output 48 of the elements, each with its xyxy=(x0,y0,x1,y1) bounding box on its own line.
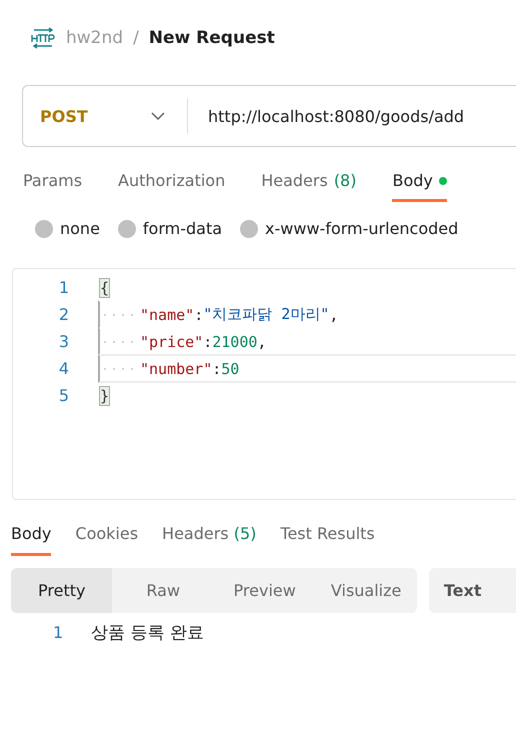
radio-label: none xyxy=(60,219,100,238)
response-text: 상품 등록 완료 xyxy=(91,622,204,644)
code-token: "price" xyxy=(140,332,204,350)
response-tab[interactable]: Test Results xyxy=(280,524,375,556)
code-token: 50 xyxy=(221,360,240,378)
http-icon xyxy=(30,27,56,49)
view-mode-button[interactable]: Raw xyxy=(112,568,214,613)
line-number: 3 xyxy=(58,332,69,351)
view-mode-button[interactable]: Preview xyxy=(214,568,316,613)
body-type-radio[interactable]: none xyxy=(35,219,100,238)
view-mode-button[interactable]: Pretty xyxy=(11,568,112,613)
format-dropdown[interactable]: Text xyxy=(428,568,516,613)
code-token: , xyxy=(257,332,266,350)
code-token: , xyxy=(329,306,338,324)
code-token: 21000 xyxy=(212,332,258,350)
request-tab[interactable]: Headers (8) xyxy=(261,171,356,202)
breadcrumb-separator: / xyxy=(133,28,139,48)
code-editor[interactable]: 1 { 2 "name":"치코파닭 2마리", 3 "price":21000, 4 "number":50 5 } xyxy=(12,268,516,500)
radio-label: form-data xyxy=(142,219,222,238)
collection-name[interactable]: hw2nd xyxy=(66,28,124,48)
line-number: 1 xyxy=(58,278,69,297)
request-tab[interactable]: Body xyxy=(392,171,447,202)
radio-circle[interactable] xyxy=(118,220,136,238)
body-type-radio[interactable]: form-data xyxy=(118,219,222,238)
line-number: 4 xyxy=(58,359,69,378)
code-token: "number" xyxy=(140,360,212,378)
code-token: } xyxy=(100,386,110,404)
line-number: 1 xyxy=(53,623,64,642)
line-number: 5 xyxy=(58,386,69,405)
response-tab[interactable]: Cookies xyxy=(75,524,138,556)
request-tab[interactable]: Params xyxy=(23,171,82,202)
code-token: "치코파닭 2마리" xyxy=(203,305,330,324)
response-tab[interactable]: Headers (5) xyxy=(162,524,256,556)
chevron-down-icon xyxy=(151,112,165,120)
radio-circle[interactable] xyxy=(35,220,53,238)
response-tab[interactable]: Body xyxy=(11,524,52,556)
request-name: New Request xyxy=(148,28,275,48)
code-token: : xyxy=(194,306,204,324)
code-token: "name" xyxy=(140,306,194,324)
request-tab[interactable]: Authorization xyxy=(118,171,226,202)
line-number: 2 xyxy=(58,305,69,324)
url-input[interactable]: http://localhost:8080/goods/add xyxy=(208,106,464,126)
code-token: : xyxy=(203,332,212,350)
code-token: { xyxy=(100,278,110,296)
radio-circle[interactable] xyxy=(240,220,258,238)
code-token: : xyxy=(212,360,222,378)
method-dropdown[interactable]: POST xyxy=(23,98,188,134)
view-mode-button[interactable]: Visualize xyxy=(315,568,417,613)
